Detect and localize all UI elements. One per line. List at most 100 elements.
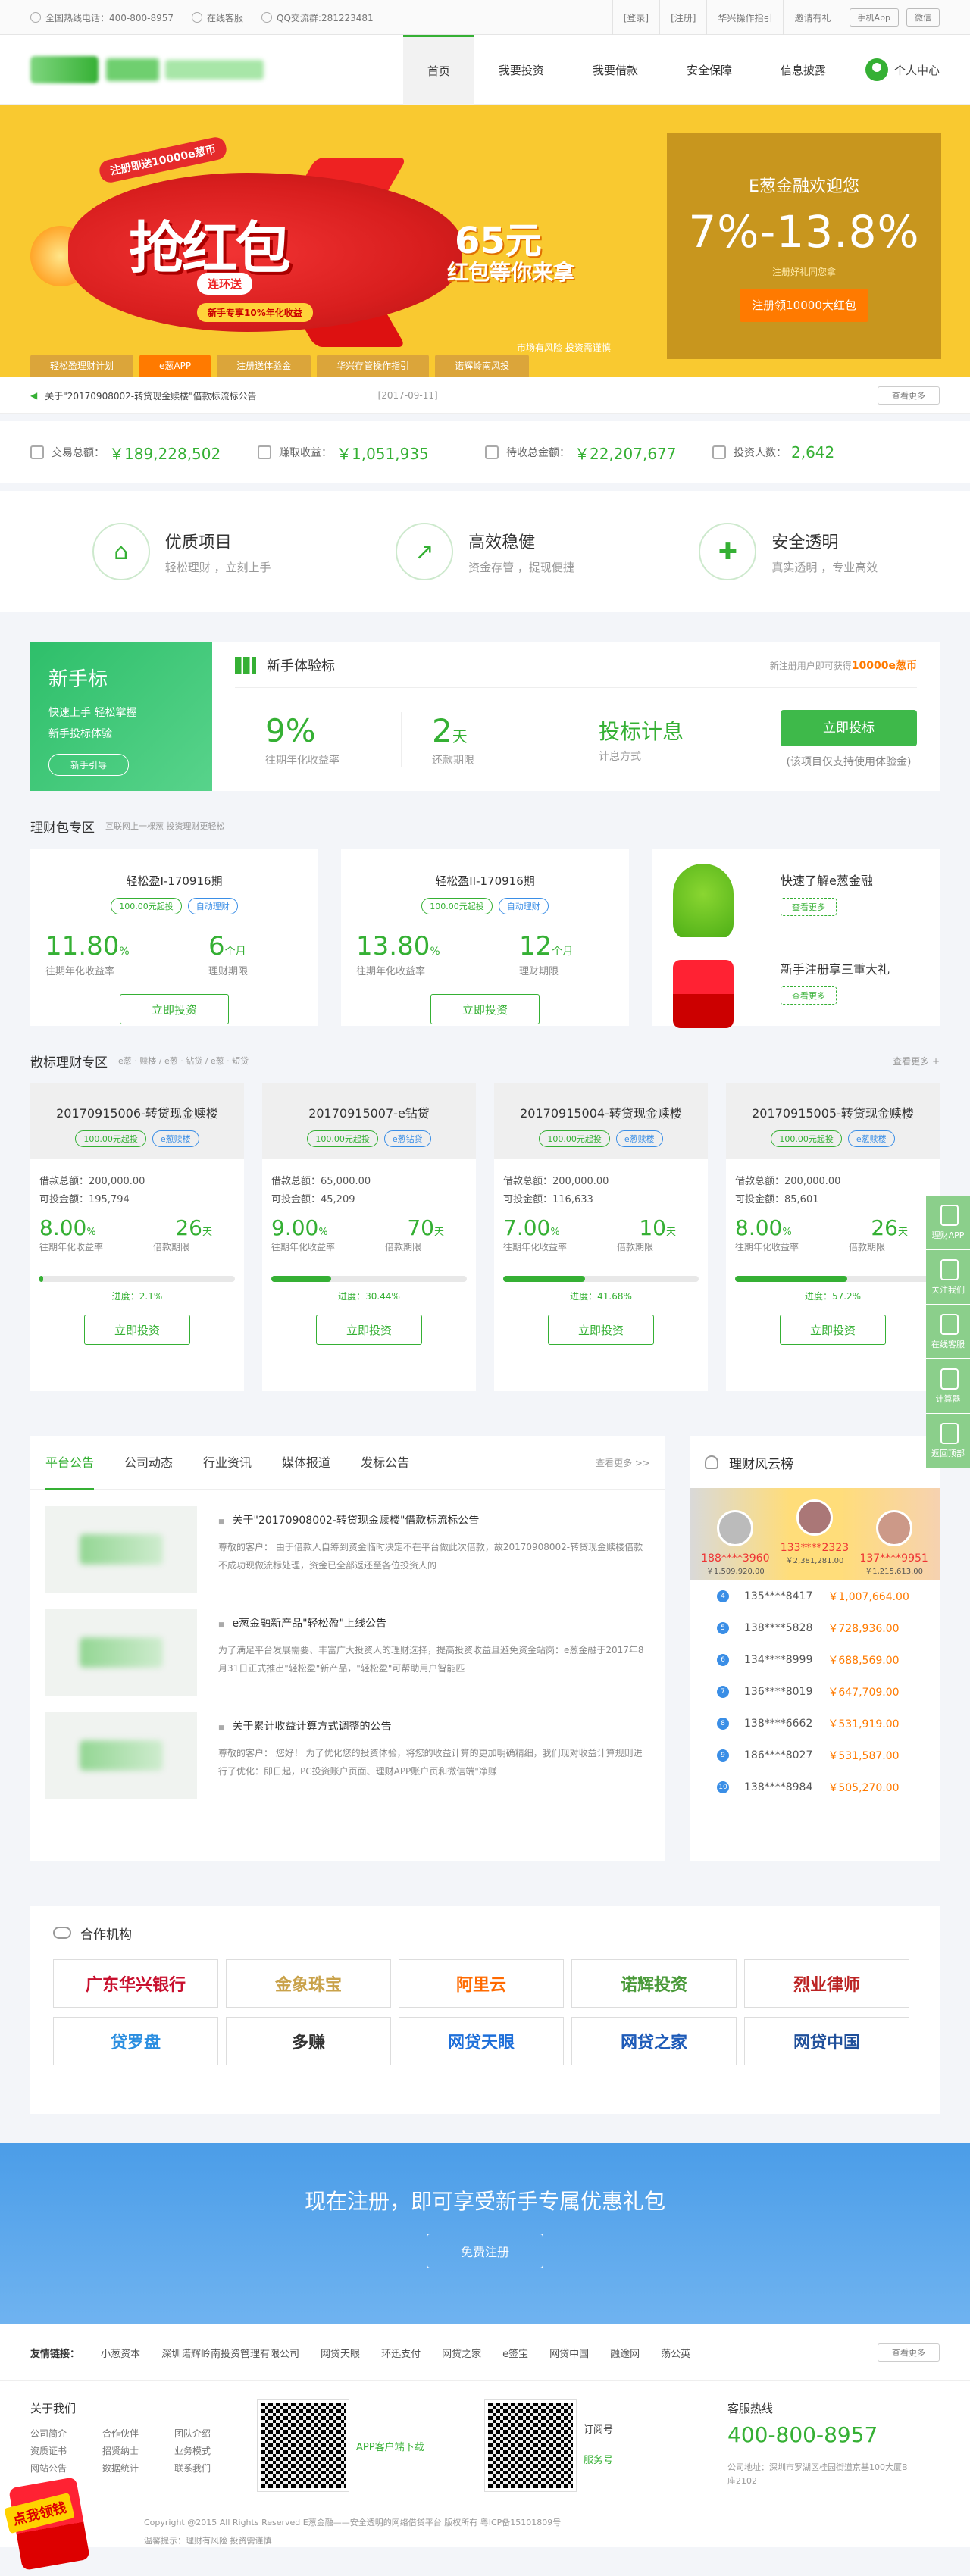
invite-link[interactable]: 邀请有礼 xyxy=(783,0,841,35)
loan-invest-button[interactable]: 立即投资 xyxy=(780,1315,886,1345)
newbie-method: 投标计息 xyxy=(599,719,684,744)
friend-more-button[interactable]: 查看更多 xyxy=(878,2343,940,2362)
app-download-label[interactable]: APP客户端下载 xyxy=(356,2439,424,2453)
term-unit: 天 xyxy=(433,1227,444,1238)
register-bonus-button[interactable]: 注册领10000大红包 xyxy=(740,289,868,322)
float-calculator-button[interactable]: 计算器 xyxy=(926,1359,970,1414)
news-tab[interactable]: 平台公告 xyxy=(45,1436,95,1490)
news-tab[interactable]: 媒体报道 xyxy=(282,1436,330,1490)
about-ad[interactable]: 快速了解e葱金融 查看更多 xyxy=(652,849,940,939)
partner-logo[interactable]: 网贷中国 xyxy=(744,2017,909,2065)
news-tab[interactable]: 发标公告 xyxy=(361,1436,409,1490)
banner-tab[interactable]: 华兴存管操作指引 xyxy=(317,355,430,377)
subscription-label: 订阅号 xyxy=(584,2424,614,2436)
footer-link[interactable]: 招贤纳士 xyxy=(102,2444,174,2457)
red-packet-widget[interactable]: 点我领钱 xyxy=(0,2467,99,2576)
gift-ad[interactable]: 新手注册享三重大礼 查看更多 xyxy=(652,937,940,1028)
nav-borrow[interactable]: 我要借款 xyxy=(568,35,662,105)
partner-logo[interactable]: 贷罗盘 xyxy=(53,2017,218,2065)
rank-amount: ￥505,270.00 xyxy=(828,1782,900,1794)
news-item[interactable]: e葱金融新产品"轻松盈"上线公告为了满足平台发展需要、丰富广大投资人的理财选择，… xyxy=(30,1593,665,1696)
package-name[interactable]: 轻松盈I-170916期 xyxy=(30,849,318,889)
partner-logo[interactable]: 诺辉投资 xyxy=(571,1959,737,2008)
footer-link[interactable]: 资质证书 xyxy=(30,2444,102,2457)
newbie-invest-button[interactable]: 立即投标 xyxy=(781,710,917,746)
loan-name[interactable]: 20170915007-e钻贷 xyxy=(262,1083,476,1121)
partner-logo[interactable]: 阿里云 xyxy=(399,1959,564,2008)
login-link[interactable]: [登录] xyxy=(612,0,659,35)
banner-tab[interactable]: e葱APP xyxy=(139,355,211,377)
loan-available: 可投金额：45,209 xyxy=(271,1194,355,1205)
package-invest-button[interactable]: 立即投资 xyxy=(120,994,229,1024)
package-invest-button[interactable]: 立即投资 xyxy=(430,994,540,1024)
footer-link[interactable]: 公司简介 xyxy=(30,2427,102,2440)
float-service-button[interactable]: 在线客服 xyxy=(926,1305,970,1359)
news-item[interactable]: 关于"20170908002-转贷现金赎楼"借款标流标公告尊敬的客户： 由于借款… xyxy=(30,1490,665,1593)
news-tab[interactable]: 公司动态 xyxy=(124,1436,173,1490)
online-service-link[interactable]: 在线客服 xyxy=(192,11,243,24)
newbie-guide-button[interactable]: 新手引导 xyxy=(48,754,130,776)
user-center-link[interactable]: 个人中心 xyxy=(865,58,940,81)
rank-row: 4 135****8417 ￥1,007,664.00 xyxy=(690,1580,940,1612)
loan-name[interactable]: 20170915005-转贷现金赎楼 xyxy=(726,1083,940,1121)
guide-link[interactable]: 华兴操作指引 xyxy=(706,0,783,35)
partner-logo[interactable]: 烈业律师 xyxy=(744,1959,909,2008)
free-register-button[interactable]: 免费注册 xyxy=(426,2234,543,2268)
partner-logo[interactable]: 广东华兴银行 xyxy=(53,1959,218,2008)
partner-logo[interactable]: 金象珠宝 xyxy=(226,1959,391,2008)
logo[interactable] xyxy=(30,56,99,83)
nav-disclosure[interactable]: 信息披露 xyxy=(756,35,850,105)
notice-link[interactable]: 关于"20170908002-转贷现金赎楼"借款标流标公告 xyxy=(45,389,256,402)
friend-link[interactable]: 网贷天眼 xyxy=(321,2346,360,2360)
news-title[interactable]: 关于累计收益计算方式调整的公告 xyxy=(218,1718,650,1733)
loan-invest-button[interactable]: 立即投资 xyxy=(548,1315,654,1345)
register-link[interactable]: [注册] xyxy=(659,0,706,35)
friend-link[interactable]: 荡公英 xyxy=(661,2346,690,2360)
footer-link[interactable]: 联系我们 xyxy=(174,2462,246,2474)
rank-number: 10 xyxy=(717,1781,729,1793)
news-more-link[interactable]: 查看更多 >> xyxy=(596,1456,650,1469)
friend-link[interactable]: 融途网 xyxy=(610,2346,640,2360)
nav-home[interactable]: 首页 xyxy=(402,35,474,105)
partner-logo[interactable]: 多赚 xyxy=(226,2017,391,2065)
banner-tab[interactable]: 诺辉岭南风投 xyxy=(435,355,530,377)
friend-link[interactable]: 深圳诺辉岭南投资管理有限公司 xyxy=(161,2346,299,2360)
nav-invest[interactable]: 我要投资 xyxy=(474,35,568,105)
footer-link[interactable]: 合作伙伴 xyxy=(102,2427,174,2440)
loan-name[interactable]: 20170915006-转贷现金赎楼 xyxy=(30,1083,244,1121)
friend-link[interactable]: 环迅支付 xyxy=(381,2346,421,2360)
float-app-button[interactable]: 理财APP xyxy=(926,1196,970,1250)
package-name[interactable]: 轻松盈II-170916期 xyxy=(341,849,629,889)
partners-section: 合作机构 广东华兴银行 金象珠宝 阿里云 诺辉投资 烈业律师 贷罗盘 多赚 网贷天眼 网贷之家网… xyxy=(30,1906,940,2114)
wechat-button[interactable]: 微信 xyxy=(906,8,940,27)
app-button[interactable]: 手机App xyxy=(849,8,899,27)
friend-link[interactable]: 网贷之家 xyxy=(442,2346,481,2360)
friend-link[interactable]: 网贷中国 xyxy=(549,2346,589,2360)
friend-link[interactable]: 小葱资本 xyxy=(101,2346,140,2360)
loan-name[interactable]: 20170915004-转贷现金赎楼 xyxy=(494,1083,708,1121)
banner-tab[interactable]: 轻松盈理财计划 xyxy=(30,355,134,377)
ad-more-button[interactable]: 查看更多 xyxy=(781,897,837,916)
float-follow-button[interactable]: 关注我们 xyxy=(926,1250,970,1305)
footer-link[interactable]: 数据统计 xyxy=(102,2462,174,2474)
loan-tag: e葱赎楼 xyxy=(847,1130,895,1147)
news-title[interactable]: e葱金融新产品"轻松盈"上线公告 xyxy=(218,1615,650,1630)
footer-link[interactable]: 业务模式 xyxy=(174,2444,246,2457)
news-tab[interactable]: 行业资讯 xyxy=(203,1436,252,1490)
loan-invest-button[interactable]: 立即投资 xyxy=(84,1315,190,1345)
banner-tab[interactable]: 注册送体验金 xyxy=(217,355,311,377)
loan-invest-button[interactable]: 立即投资 xyxy=(316,1315,422,1345)
nav-security[interactable]: 安全保障 xyxy=(662,35,756,105)
partner-logo[interactable]: 网贷天眼 xyxy=(399,2017,564,2065)
news-item[interactable]: 关于累计收益计算方式调整的公告尊敬的客户： 您好！ 为了优化您的投资体验，将您的… xyxy=(30,1696,665,1799)
loans-more-link[interactable]: 查看更多 + xyxy=(893,1055,940,1068)
news-title[interactable]: 关于"20170908002-转贷现金赎楼"借款标流标公告 xyxy=(218,1512,650,1527)
hero-banner[interactable]: 注册即送10000e葱币 抢红包 连环送 新手专享10%年化收益 65元 红包等… xyxy=(0,105,970,377)
partner-logo[interactable]: 网贷之家 xyxy=(571,2017,737,2065)
float-top-button[interactable]: 返回顶部 xyxy=(926,1414,970,1468)
friend-link[interactable]: e签宝 xyxy=(502,2346,528,2360)
notice-more-button[interactable]: 查看更多 xyxy=(878,386,940,405)
ad-more-button[interactable]: 查看更多 xyxy=(781,986,837,1005)
term-label: 借款期限 xyxy=(616,1242,653,1252)
footer-link[interactable]: 团队介绍 xyxy=(174,2427,246,2440)
